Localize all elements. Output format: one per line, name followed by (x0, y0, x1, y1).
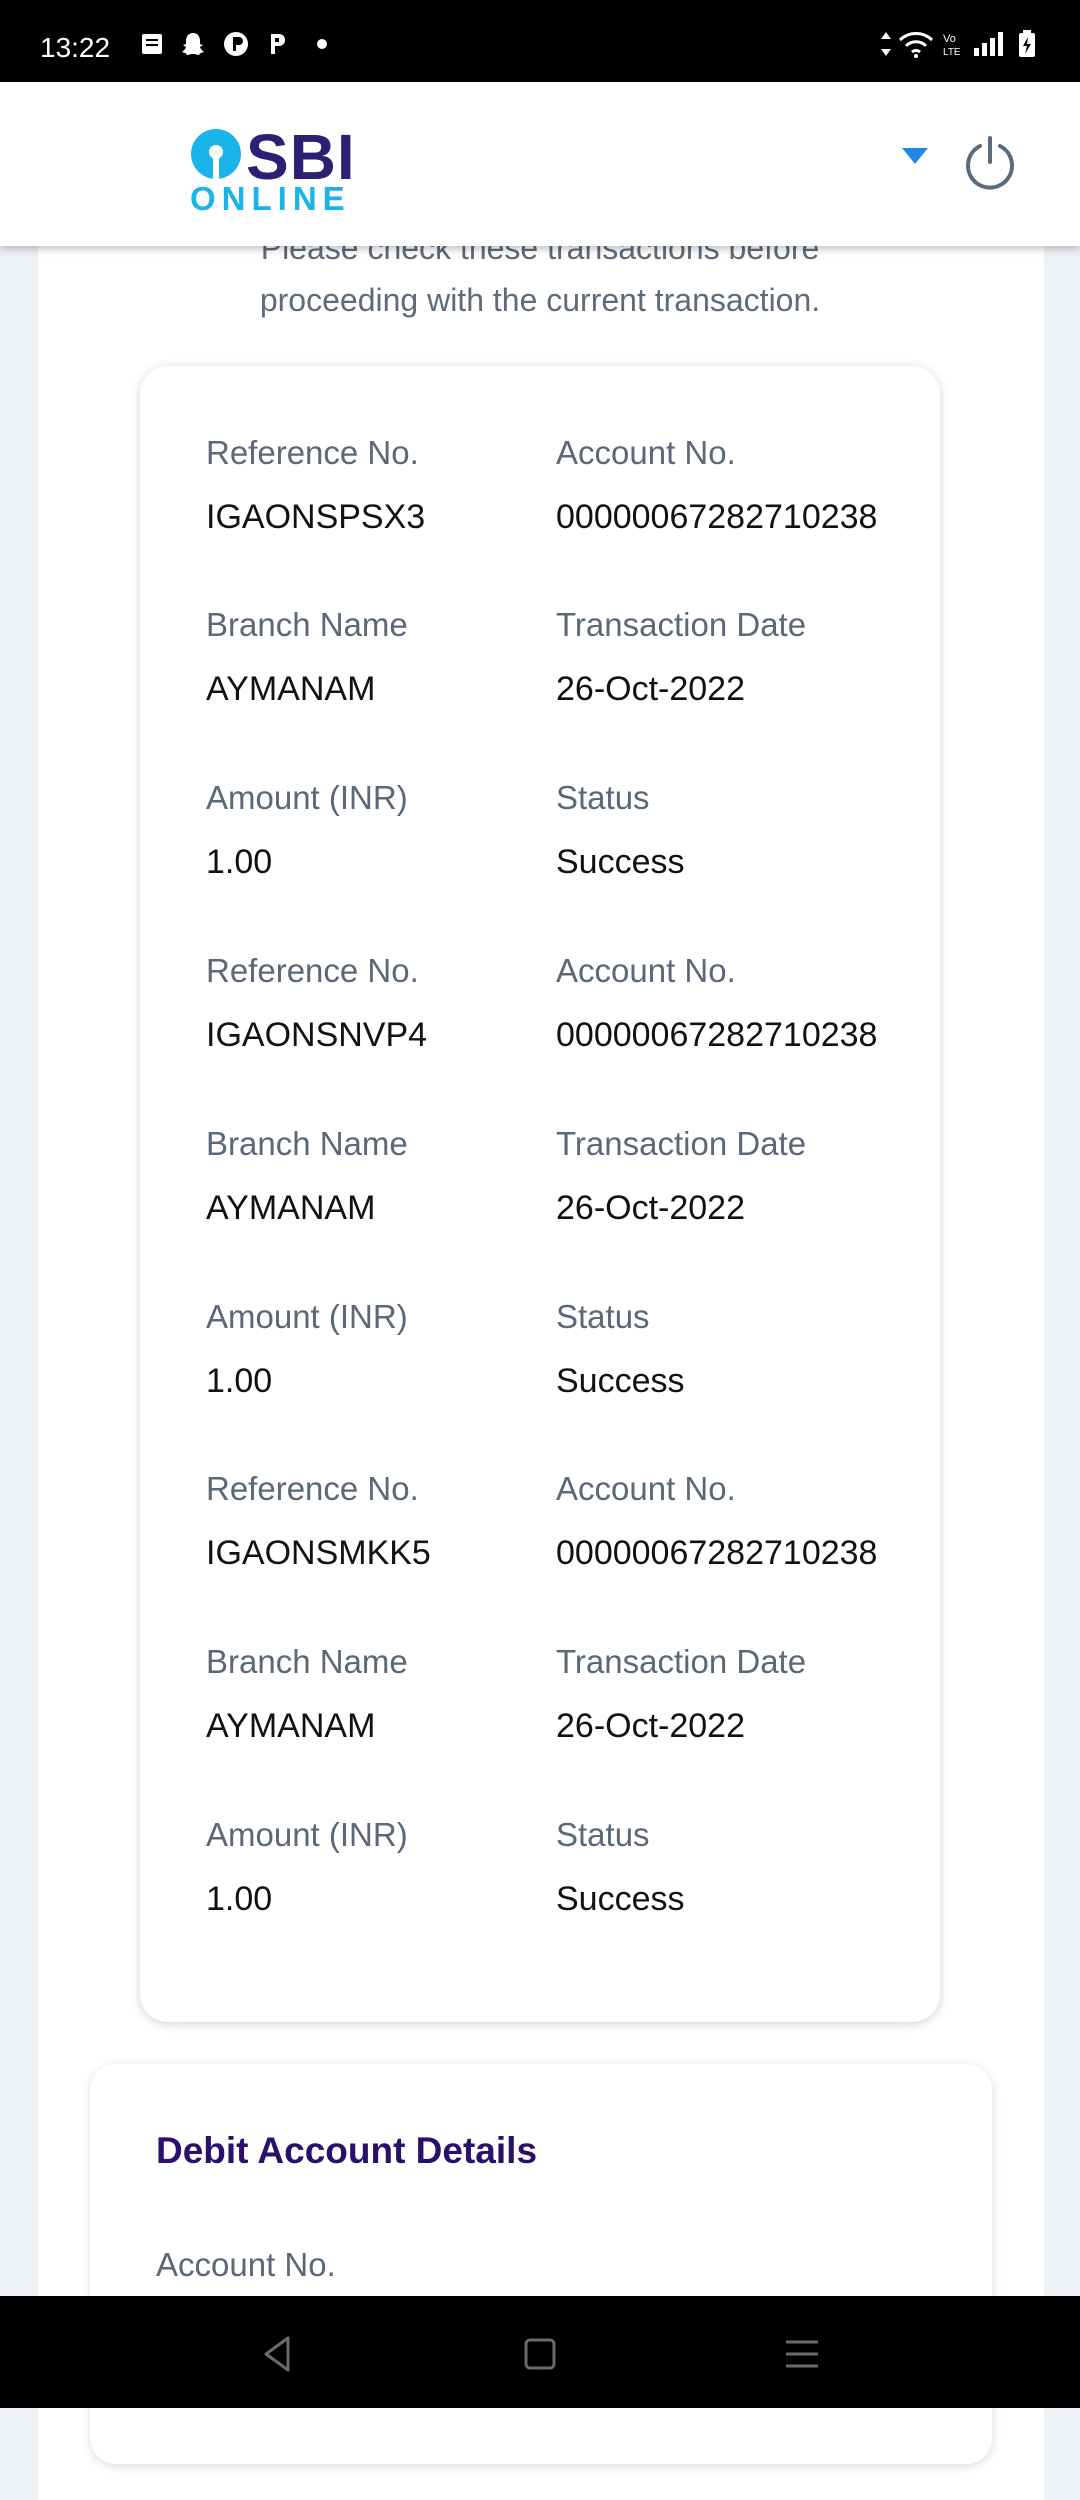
branch-label: Branch Name (206, 1125, 408, 1162)
branch-field: Branch Name AYMANAM (206, 606, 408, 709)
account-field: Account No. 00000067282710238 (556, 952, 877, 1055)
amount-field: Amount (INR) 1.00 (206, 1298, 408, 1401)
reference-label: Reference No. (206, 952, 419, 989)
status-bar: 13:22 Vo LTE (0, 0, 1080, 82)
power-icon[interactable] (962, 134, 1018, 190)
back-icon[interactable] (258, 2334, 298, 2374)
date-label: Transaction Date (556, 606, 807, 643)
dot-icon (317, 39, 327, 49)
branch-label: Branch Name (206, 1643, 408, 1680)
logo-subtext: ONLINE (190, 180, 351, 217)
date-field: Transaction Date 26-Oct-2022 (556, 1125, 806, 1228)
svg-text:Vo: Vo (943, 33, 956, 45)
reference-field: Reference No. IGAONSNVP4 (206, 952, 427, 1055)
amount-field: Amount (INR) 1.00 (206, 1816, 408, 1919)
reference-field: Reference No. IGAONSMKK5 (206, 1470, 431, 1573)
status-value: Success (556, 843, 685, 881)
status-label: Status (556, 1816, 650, 1853)
system-nav-bar (0, 2296, 1080, 2408)
account-field: Account No. 00000067282710238 (556, 1470, 877, 1573)
volte-icon: Vo LTE (943, 33, 961, 58)
menu-icon[interactable] (782, 2334, 822, 2374)
date-value: 26-Oct-2022 (556, 1189, 745, 1227)
status-value: Success (556, 1362, 685, 1400)
amount-field: Amount (INR) 1.00 (206, 779, 408, 882)
date-value: 26-Oct-2022 (556, 670, 745, 708)
intro-line-2: proceeding with the current transaction. (259, 282, 821, 318)
sbi-logo[interactable]: SBI ONLINE (188, 120, 355, 217)
debit-account-label: Account No. (156, 2246, 336, 2283)
branch-label: Branch Name (206, 606, 408, 643)
pinterest-icon (271, 34, 285, 54)
status-label: Status (556, 779, 650, 816)
amount-value: 1.00 (206, 1362, 273, 1400)
account-label: Account No. (556, 434, 736, 471)
date-label: Transaction Date (556, 1125, 807, 1162)
debit-account-title: Debit Account Details (156, 2130, 538, 2171)
status-label: Status (556, 1298, 650, 1335)
amount-value: 1.00 (206, 1880, 273, 1918)
amount-label: Amount (INR) (206, 779, 408, 816)
status-field: Status Success (556, 1298, 685, 1401)
status-field: Status Success (556, 1816, 685, 1919)
reference-label: Reference No. (206, 1470, 419, 1507)
status-time: 13:22 (40, 32, 111, 63)
amount-label: Amount (INR) (206, 1298, 408, 1335)
date-value: 26-Oct-2022 (556, 1707, 745, 1745)
account-label: Account No. (556, 1470, 736, 1507)
account-label: Account No. (556, 952, 736, 989)
reference-value: IGAONSPSX3 (206, 498, 426, 536)
account-value: 00000067282710238 (556, 1534, 878, 1572)
branch-field: Branch Name AYMANAM (206, 1643, 408, 1746)
snapchat-icon (182, 33, 204, 55)
notification-icon (142, 34, 162, 54)
status-value: Success (556, 1880, 685, 1918)
amount-value: 1.00 (206, 843, 273, 881)
date-field: Transaction Date 26-Oct-2022 (556, 1643, 806, 1746)
app-icon (224, 32, 248, 56)
battery-icon (1019, 30, 1035, 57)
reference-value: IGAONSMKK5 (206, 1534, 431, 1572)
dropdown-icon[interactable] (902, 148, 928, 164)
amount-label: Amount (INR) (206, 1816, 408, 1853)
reference-value: IGAONSNVP4 (206, 1016, 428, 1054)
sbi-logo-icon (191, 129, 241, 180)
svg-text:LTE: LTE (943, 47, 961, 58)
wifi-icon (898, 32, 934, 58)
status-field: Status Success (556, 779, 685, 882)
reference-label: Reference No. (206, 434, 419, 471)
branch-value: AYMANAM (206, 1189, 376, 1227)
account-value: 00000067282710238 (556, 1016, 878, 1054)
signal-icon (974, 32, 1003, 56)
home-icon[interactable] (520, 2334, 560, 2374)
app-header: SBI ONLINE (0, 82, 1080, 246)
reference-field: Reference No. IGAONSPSX3 (206, 434, 425, 537)
account-value: 00000067282710238 (556, 498, 878, 536)
branch-field: Branch Name AYMANAM (206, 1125, 408, 1228)
date-field: Transaction Date 26-Oct-2022 (556, 606, 806, 709)
branch-value: AYMANAM (206, 670, 376, 708)
date-label: Transaction Date (556, 1643, 807, 1680)
branch-value: AYMANAM (206, 1707, 376, 1745)
account-field: Account No. 00000067282710238 (556, 434, 877, 537)
transactions-card: Reference No. IGAONSPSX3 Account No. 000… (140, 366, 940, 2022)
data-arrows-icon (881, 32, 891, 56)
